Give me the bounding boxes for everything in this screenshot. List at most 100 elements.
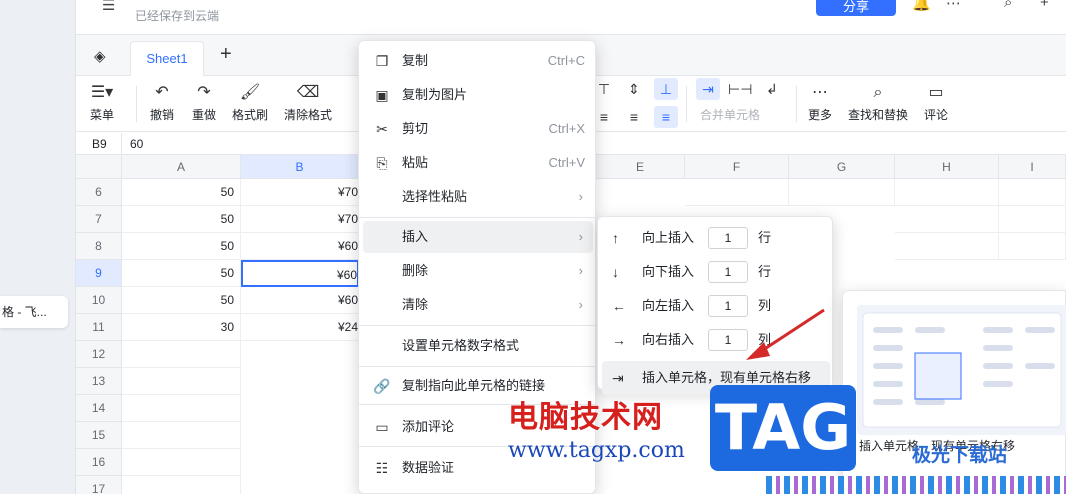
- wrap-overflow-icon[interactable]: ⇥: [696, 78, 720, 100]
- search-icon[interactable]: ⌕: [1004, 0, 1012, 11]
- chevron-right-icon: ›: [578, 189, 583, 204]
- watermark-url: www.tagxp.com: [508, 438, 685, 463]
- column-header-f[interactable]: F: [685, 155, 789, 179]
- menu-item-clear[interactable]: 清除 ›: [363, 289, 593, 321]
- image-icon: ▣: [375, 87, 389, 103]
- add-icon[interactable]: +: [1040, 0, 1049, 11]
- bell-icon[interactable]: 🔔: [912, 0, 931, 12]
- cell-a7[interactable]: 50: [122, 206, 241, 233]
- cell-b10[interactable]: ¥60: [241, 287, 359, 314]
- comment-icon: ▭: [375, 419, 389, 435]
- merge-cells-button[interactable]: 合并单元格: [700, 106, 760, 123]
- column-header-e[interactable]: E: [596, 155, 685, 179]
- cell-h6[interactable]: [895, 179, 999, 206]
- formula-divider: [121, 133, 122, 155]
- menu-item-copy[interactable]: ❐ 复制 Ctrl+C: [363, 45, 593, 77]
- insert-below-count-input[interactable]: 1: [708, 261, 748, 283]
- row-header[interactable]: 16: [76, 449, 122, 476]
- cell-reference[interactable]: B9: [92, 137, 107, 151]
- insert-above-count-input[interactable]: 1: [708, 227, 748, 249]
- cell-a8[interactable]: 50: [122, 233, 241, 260]
- left-panel: 格 - 飞...: [0, 0, 76, 494]
- row-header[interactable]: 10: [76, 287, 122, 314]
- open-doc-chip[interactable]: 格 - 飞...: [0, 296, 68, 328]
- more-button[interactable]: ⋯ 更多: [808, 82, 832, 123]
- column-header-h[interactable]: H: [895, 155, 999, 179]
- cell-b8[interactable]: ¥60: [241, 233, 359, 260]
- menu-item-number-format[interactable]: 设置单元格数字格式: [363, 330, 593, 362]
- tab-sheet1[interactable]: Sheet1: [130, 41, 204, 77]
- align-middle-icon[interactable]: ⇕: [622, 78, 646, 100]
- wrap-text-icon[interactable]: ↲: [760, 78, 784, 100]
- find-replace-button[interactable]: ⌕ 查找和替换: [848, 82, 908, 123]
- undo-button[interactable]: ↶ 撤销: [150, 82, 174, 123]
- cell-a13[interactable]: [122, 368, 241, 395]
- cell-f6[interactable]: [685, 179, 789, 206]
- column-header-i[interactable]: I: [999, 155, 1066, 179]
- column-header-a[interactable]: A: [122, 155, 241, 179]
- cell-b11[interactable]: ¥24: [241, 314, 359, 341]
- menu-item-delete[interactable]: 删除 ›: [363, 255, 593, 287]
- format-painter-button[interactable]: 🖌 格式刷: [232, 82, 268, 123]
- menu-item-copy-as-image[interactable]: ▣ 复制为图片: [363, 79, 593, 111]
- redo-button[interactable]: ↷ 重做: [192, 82, 216, 123]
- eraser-icon: ⌫: [296, 84, 320, 101]
- corner-watermark: 极光下载站: [912, 445, 1008, 466]
- column-header-b[interactable]: B: [241, 155, 359, 179]
- cell-b7[interactable]: ¥70: [241, 206, 359, 233]
- arrow-left-icon: ←: [612, 298, 626, 314]
- submenu-insert-above[interactable]: ↑ 向上插入 1 行: [602, 221, 830, 255]
- cell-a15[interactable]: [122, 422, 241, 449]
- cell-a14[interactable]: [122, 395, 241, 422]
- collapse-menu-icon[interactable]: ☰: [102, 0, 115, 14]
- row-header[interactable]: 15: [76, 422, 122, 449]
- row-header[interactable]: 9: [76, 260, 122, 287]
- select-all-corner[interactable]: [76, 155, 122, 179]
- row-header[interactable]: 17: [76, 476, 122, 494]
- row-header[interactable]: 11: [76, 314, 122, 341]
- row-header[interactable]: 14: [76, 395, 122, 422]
- cell-a10[interactable]: 50: [122, 287, 241, 314]
- copy-icon: ❐: [375, 53, 389, 69]
- menu-item-paste[interactable]: ⎘ 粘贴 Ctrl+V: [363, 147, 593, 179]
- cell-h7[interactable]: [895, 206, 999, 233]
- formula-input[interactable]: 60: [130, 137, 143, 151]
- align-right-icon[interactable]: ≡: [654, 106, 678, 128]
- chevron-right-icon: ›: [578, 297, 583, 312]
- align-bottom-icon[interactable]: ⊥: [654, 78, 678, 100]
- menu-button[interactable]: ☰▾ 菜单: [90, 82, 114, 123]
- cell-i8[interactable]: [999, 233, 1066, 260]
- cell-a11[interactable]: 30: [122, 314, 241, 341]
- cell-b6[interactable]: ¥70: [241, 179, 359, 206]
- row-header[interactable]: 13: [76, 368, 122, 395]
- add-sheet-button[interactable]: +: [220, 43, 232, 66]
- cell-i7[interactable]: [999, 206, 1066, 233]
- cell-g6[interactable]: [789, 179, 895, 206]
- cell-a6[interactable]: 50: [122, 179, 241, 206]
- annotation-arrow: [746, 308, 825, 360]
- column-header-g[interactable]: G: [789, 155, 895, 179]
- menu-item-cut[interactable]: ✂ 剪切 Ctrl+X: [363, 113, 593, 145]
- more-dots-icon[interactable]: ⋯: [946, 0, 961, 12]
- wrap-clip-icon[interactable]: ⊢⊣: [728, 78, 752, 100]
- submenu-insert-below[interactable]: ↓ 向下插入 1 行: [602, 255, 830, 289]
- cell-a9[interactable]: 50: [122, 260, 241, 287]
- share-button[interactable]: 分享: [816, 0, 896, 16]
- cell-i6[interactable]: [999, 179, 1066, 206]
- row-header[interactable]: 12: [76, 341, 122, 368]
- align-center-icon[interactable]: ≡: [622, 106, 646, 128]
- menu-item-paste-special[interactable]: 选择性粘贴 ›: [363, 181, 593, 213]
- cell-h8[interactable]: [895, 233, 999, 260]
- layers-icon[interactable]: ◈: [94, 47, 106, 65]
- row-header[interactable]: 7: [76, 206, 122, 233]
- comment-button[interactable]: ▭ 评论: [924, 82, 948, 123]
- cell-b9-selected[interactable]: ¥60: [241, 260, 359, 287]
- cell-a17[interactable]: [122, 476, 241, 494]
- link-icon: 🔗: [373, 378, 391, 394]
- row-header[interactable]: 6: [76, 179, 122, 206]
- row-header[interactable]: 8: [76, 233, 122, 260]
- clear-format-button[interactable]: ⌫ 清除格式: [284, 82, 332, 123]
- menu-item-insert[interactable]: 插入 ›: [363, 221, 593, 253]
- cell-a12[interactable]: [122, 341, 241, 368]
- cell-a16[interactable]: [122, 449, 241, 476]
